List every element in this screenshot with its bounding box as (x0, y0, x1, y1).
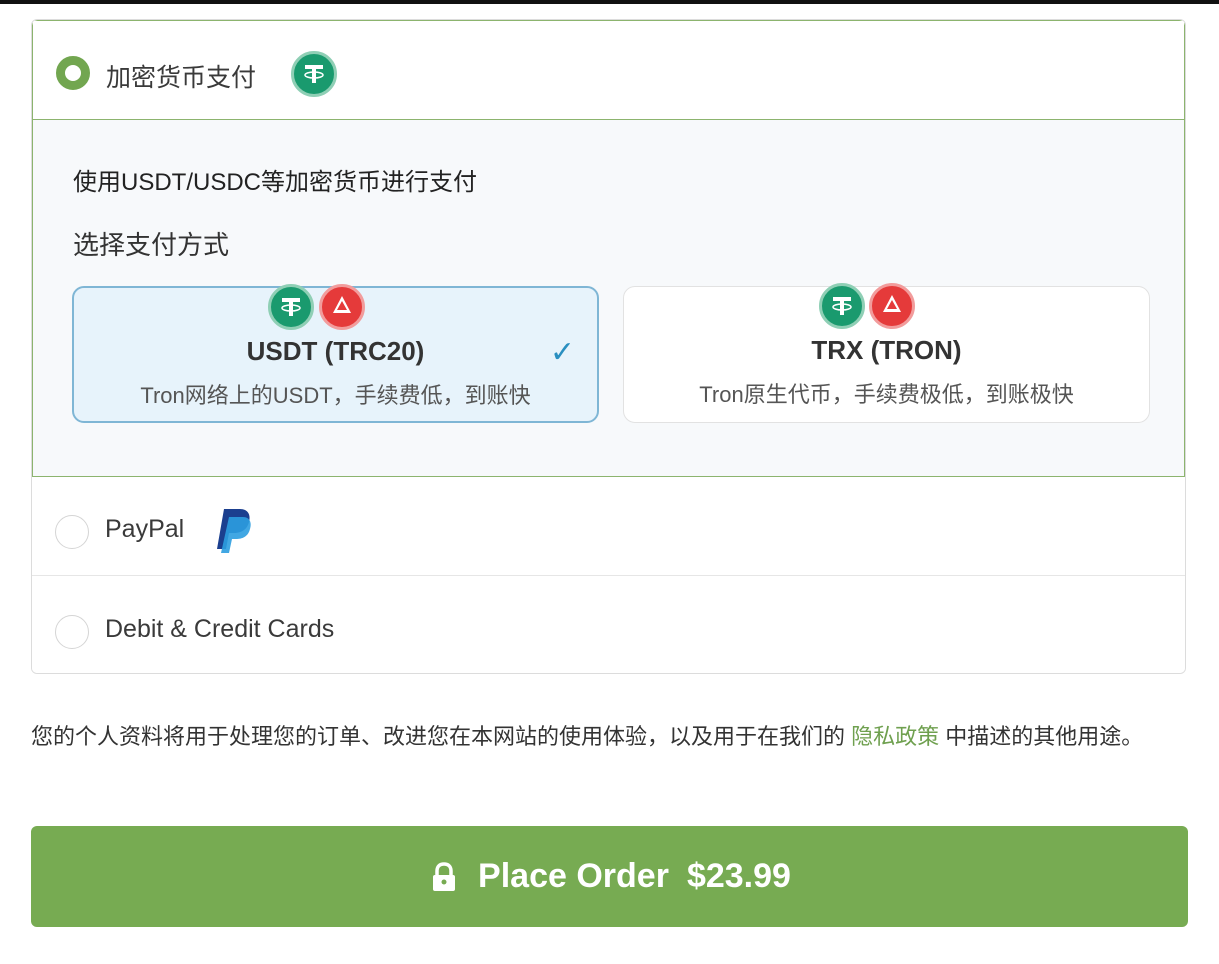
usdt-coin-icon (268, 284, 314, 330)
privacy-text-before: 您的个人资料将用于处理您的订单、改进您在本网站的使用体验，以及用于在我们的 (31, 724, 852, 749)
crypto-method-details: 使用USDT/USDC等加密货币进行支付 选择支付方式 USDT (TRC20)… (33, 120, 1184, 476)
paypal-radio-button[interactable] (55, 515, 89, 549)
choose-method-title: 选择支付方式 (73, 230, 230, 260)
order-total-price: $23.99 (686, 857, 791, 895)
option-usdt-trc20-subtitle: Tron网络上的USDT，手续费低，到账快 (140, 383, 531, 408)
tron-coin-icon (869, 283, 915, 329)
option-trx-tron[interactable]: TRX (TRON) Tron原生代币，手续费极低，到账极快 (623, 283, 1150, 423)
paypal-logo-icon (214, 507, 254, 553)
option-trx-tron-name: TRX (TRON) (811, 335, 962, 365)
privacy-policy-link[interactable]: 隐私政策 (851, 724, 939, 749)
payment-method-crypto: 加密货币支付 使用USDT/USDC等加密货币进行支付 选择支付方式 USDT … (32, 20, 1185, 477)
option-usdt-trc20[interactable]: USDT (TRC20) Tron网络上的USDT，手续费低，到账快 ✓ (72, 284, 599, 423)
crypto-description: 使用USDT/USDC等加密货币进行支付 (73, 169, 478, 196)
lock-icon (428, 861, 460, 893)
tron-coin-icon (319, 284, 365, 330)
privacy-text-after: 中描述的其他用途。 (939, 724, 1144, 749)
checkmark-icon: ✓ (549, 336, 575, 369)
payment-methods-list: 加密货币支付 使用USDT/USDC等加密货币进行支付 选择支付方式 USDT … (31, 19, 1186, 674)
place-order-label: Place Order (478, 857, 669, 895)
option-usdt-trc20-name: USDT (TRC20) (246, 336, 425, 366)
crypto-radio-button[interactable] (56, 56, 90, 90)
place-order-button[interactable]: Place Order $23.99 (31, 826, 1188, 927)
crypto-method-label: 加密货币支付 (106, 64, 257, 92)
cards-radio-button[interactable] (55, 615, 89, 649)
cards-method-label: Debit & Credit Cards (105, 615, 335, 643)
option-trx-tron-subtitle: Tron原生代币，手续费极低，到账极快 (699, 382, 1074, 407)
payment-method-paypal[interactable]: PayPal (32, 477, 1185, 576)
paypal-method-label: PayPal (105, 515, 185, 543)
top-edge-bar (0, 0, 1219, 4)
payment-method-cards[interactable]: Debit & Credit Cards (32, 577, 1185, 673)
privacy-notice: 您的个人资料将用于处理您的订单、改进您在本网站的使用体验，以及用于在我们的 隐私… (31, 718, 1191, 755)
usdt-coin-icon (291, 51, 337, 97)
payment-method-crypto-header[interactable]: 加密货币支付 (33, 21, 1184, 120)
usdt-coin-icon (819, 283, 865, 329)
